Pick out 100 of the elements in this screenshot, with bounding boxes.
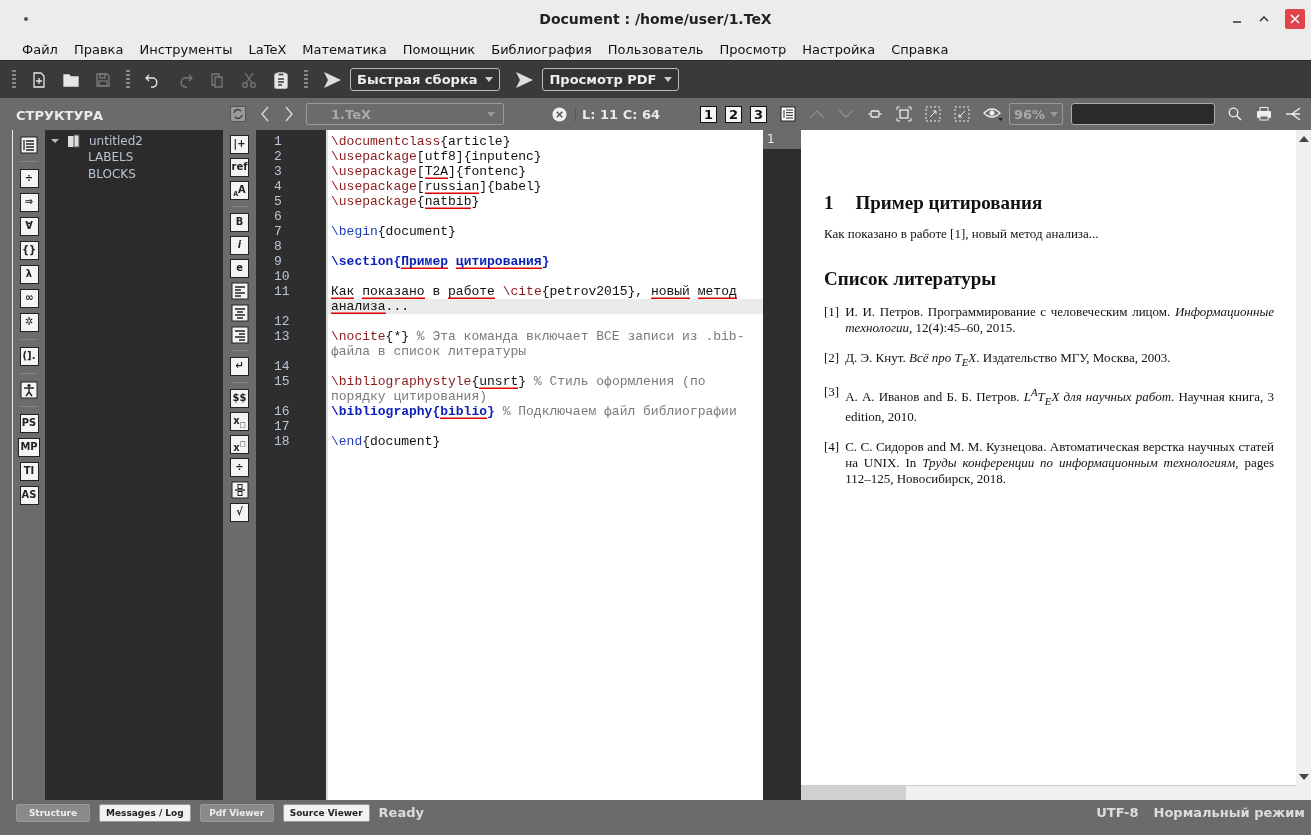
code-comment: % Подключаем файл библиографии [501,404,737,419]
fraction-icon[interactable] [230,481,249,499]
bookmark-button[interactable]: 1 [700,105,717,123]
code-text: [utf8]{inputenc} [416,149,542,164]
tool-button[interactable]: ∞ [19,289,39,308]
align-left-icon[interactable] [230,282,249,300]
menu-item[interactable]: Просмотр [711,39,795,59]
forward-icon[interactable] [284,106,294,122]
list-icon[interactable] [20,136,38,154]
tool-button[interactable]: ∀ [19,217,39,236]
tool-button[interactable]: i [230,236,249,255]
search-icon[interactable] [1228,107,1242,121]
scroll-up-icon[interactable] [1299,136,1309,142]
menu-item[interactable]: Справка [883,39,957,59]
tool-button[interactable]: √ [230,503,249,522]
tool-button[interactable]: ↵ [230,357,249,376]
tool-button[interactable]: ✲ [19,313,39,332]
tool-button[interactable]: x$_{□}$ [230,412,249,431]
tree-item[interactable]: untitled2 [89,133,143,148]
horizontal-scrollbar[interactable] [801,785,1296,800]
tool-button[interactable]: e [230,259,249,278]
list-icon[interactable] [780,106,796,122]
shrink-icon[interactable] [954,106,970,122]
code-text: { [471,374,480,389]
tool-button[interactable]: $_{A}$A [230,181,249,200]
line-number: 16 [273,404,291,419]
menu-item[interactable]: Правка [65,39,132,59]
vertical-scrollbar[interactable] [1296,130,1311,800]
tool-button[interactable]: ref [229,158,250,177]
menu-item[interactable]: Помощник [394,39,484,59]
bookmark-button[interactable]: 2 [725,105,742,123]
code-text: ]{babel} [479,179,542,194]
tree-item[interactable]: BLOCKS [88,167,136,181]
tool-button[interactable]: ÷ [19,169,39,188]
code-editor[interactable] [326,130,763,800]
tool-button[interactable]: PS [19,414,39,433]
section-number: 1 [824,192,834,214]
menu-item[interactable]: Библиография [483,39,600,59]
grip-icon[interactable] [126,69,130,90]
person-icon[interactable] [20,381,38,399]
new-file-icon[interactable] [30,70,48,89]
align-center-icon[interactable] [230,304,249,322]
scroll-down-icon[interactable] [1299,774,1309,780]
print-icon[interactable] [1256,107,1272,121]
caret-down-icon[interactable] [51,136,59,145]
bookmark-button[interactable]: 3 [750,105,767,123]
menu-item[interactable]: Файл [14,39,66,59]
menu-item[interactable]: Настройка [794,39,884,59]
viewer-dropdown[interactable]: Просмотр PDF [542,68,680,91]
code-text: {document} [362,434,441,449]
code-text: в [431,284,442,299]
code-text: новый [650,284,690,299]
play-icon[interactable] [322,70,342,89]
expand-icon[interactable] [925,106,941,122]
tool-button[interactable]: x$^{□}$ [230,435,249,454]
panel-toggle-button[interactable]: Messages / Log [99,803,191,822]
back-icon[interactable] [260,106,270,122]
menu-item[interactable]: LaTeX [240,39,295,59]
line-number: 4 [273,179,283,194]
code-comment: % Стиль оформления (по [532,374,706,389]
build-dropdown[interactable]: Быстрая сборка [350,68,501,91]
mode-label[interactable]: Нормальный режим [1153,805,1305,820]
split-icon[interactable] [1285,107,1301,121]
menu-item[interactable]: Пользователь [599,39,712,59]
tool-button[interactable]: (]. [19,347,39,366]
tool-button[interactable]: ⇒ [19,193,39,212]
menu-item[interactable]: Математика [294,39,395,59]
tool-button[interactable]: MP [18,438,40,457]
tool-button[interactable]: {} [19,241,39,260]
grip-icon[interactable] [12,69,16,90]
code-text: \usepackage [331,149,417,164]
tool-button[interactable]: λ [19,265,39,284]
line-number: 5 [273,194,283,209]
encoding-label[interactable]: UTF-8 [1096,805,1139,820]
tool-button[interactable]: B [230,213,249,232]
search-field[interactable] [1071,103,1215,125]
caret-icon [487,111,495,117]
eye-icon[interactable] [983,106,1003,122]
tree-item[interactable]: LABELS [88,150,134,164]
play-icon[interactable] [514,70,535,89]
align-right-icon[interactable] [230,326,249,344]
tool-button[interactable]: AS [19,486,39,505]
line-number: 9 [273,254,283,269]
tool-button[interactable]: |+ [230,135,249,154]
code-text: метод [697,284,737,299]
clipboard-icon[interactable] [272,70,290,89]
cursor-position: L: 11 C: 64 [575,106,660,122]
code-text: } [471,194,480,209]
code-text: } [541,254,550,269]
close-icon[interactable] [1285,9,1305,29]
fit-page-icon[interactable] [896,106,912,122]
menu-item[interactable]: Инструменты [131,39,241,59]
refresh-icon[interactable] [230,106,246,122]
tool-button[interactable]: $$ [230,389,249,408]
panel-toggle-button[interactable]: Source Viewer [282,803,370,822]
tool-button[interactable]: TI [19,462,39,481]
tool-button[interactable]: ÷ [230,458,249,477]
grip-icon[interactable] [304,69,308,90]
code-text: {petrov2015}, [541,284,645,299]
close-icon[interactable] [552,106,567,122]
